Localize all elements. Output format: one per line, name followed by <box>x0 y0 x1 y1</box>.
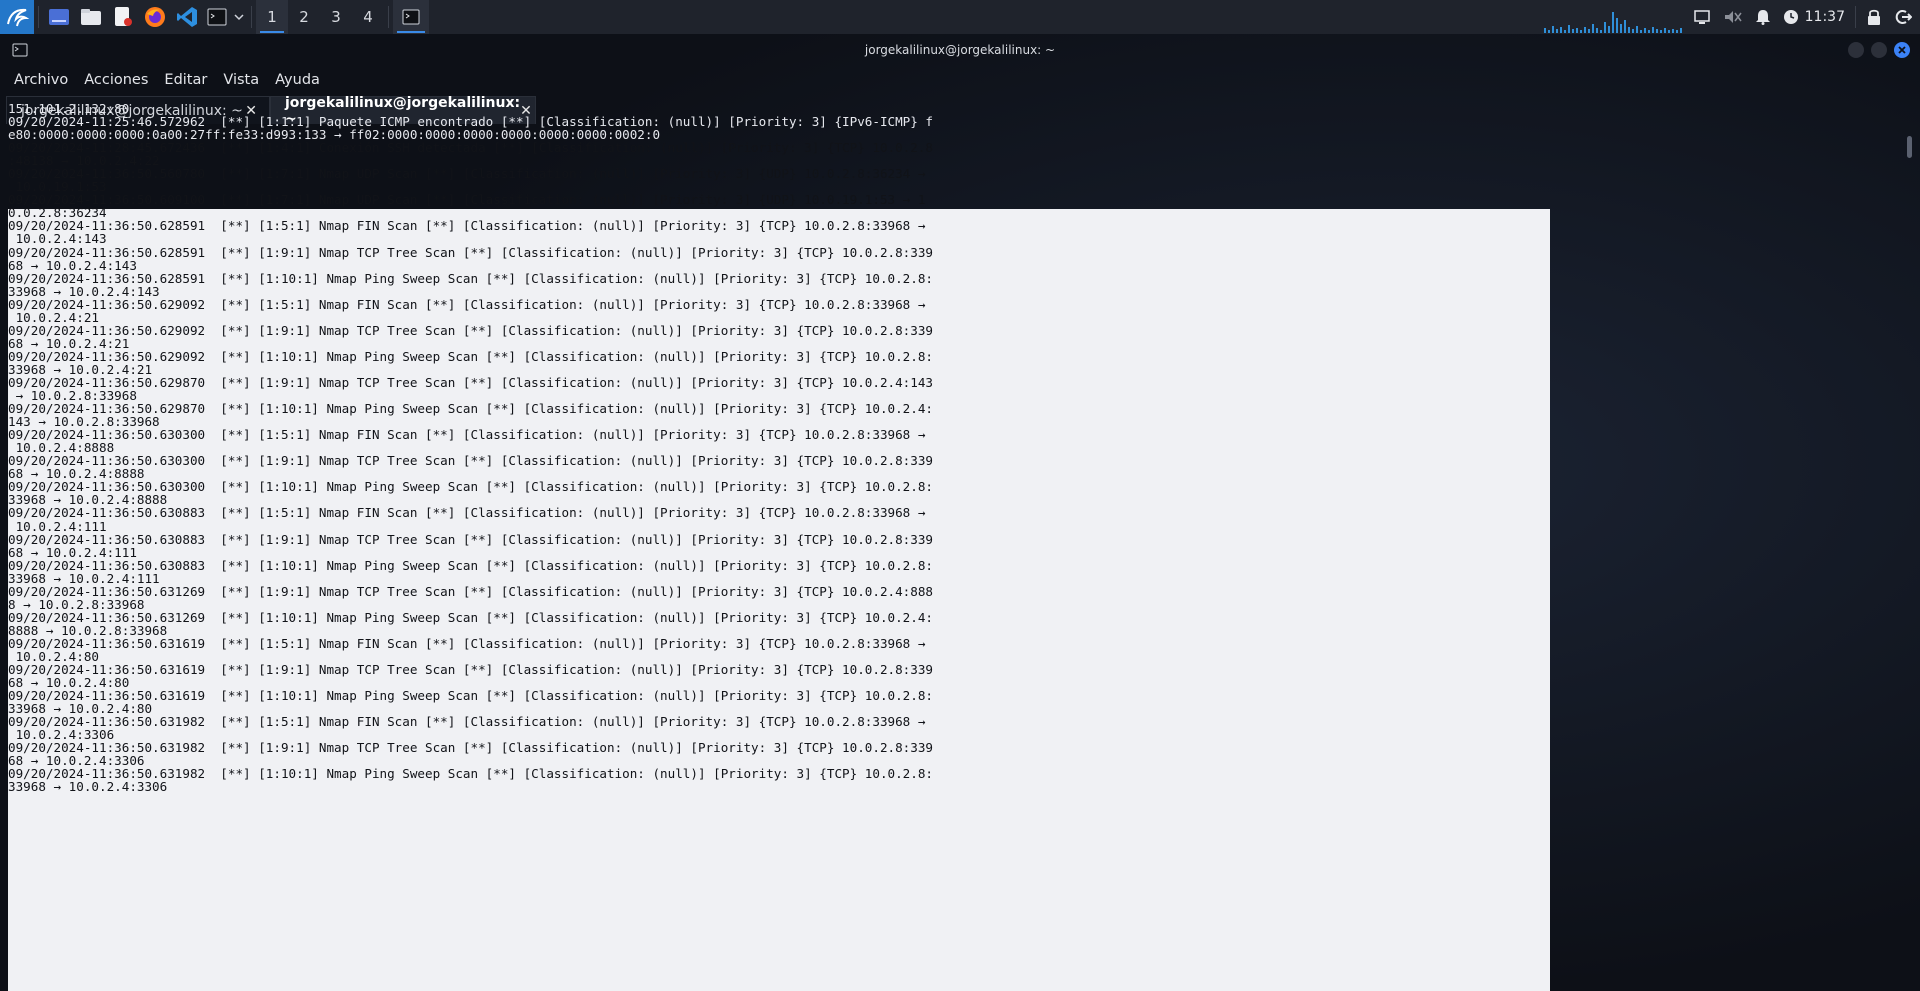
window-title: jorgekalilinux@jorgekalilinux: ~ <box>864 43 1056 57</box>
terminal-line: 09/20/2024-11:36:50.628591 [**] [1:9:1] … <box>8 244 934 260</box>
terminal-line: 09/20/2024-11:36:50.629870 [**] [1:9:1] … <box>8 374 934 390</box>
lock-icon[interactable] <box>1860 0 1888 34</box>
workspace-label: 1 <box>267 8 277 26</box>
workspace-3[interactable]: 3 <box>320 0 352 34</box>
menu-vista[interactable]: Vista <box>215 72 267 88</box>
terminal-output[interactable]: 151.101.2.132:80 09/20/2024-11:25:46.5729… <box>8 102 1550 977</box>
clock[interactable]: 11:37 <box>1777 0 1851 34</box>
terminal-window: jorgekalilinux@jorgekalilinux: ~ Archivo… <box>0 34 1920 991</box>
terminal-line: 09/20/2024-11:36:50.631619 [**] [1:10:1]… <box>8 688 934 704</box>
volume-muted-icon[interactable] <box>1717 0 1749 34</box>
vscode-icon[interactable] <box>171 0 203 34</box>
panel-separator <box>38 6 39 28</box>
terminal-line: 09/20/2024-11:36:50.630300 [**] [1:10:1]… <box>8 479 934 495</box>
close-icon <box>1898 46 1906 54</box>
panel-separator <box>251 6 252 28</box>
terminal-line: 09/20/2024-11:36:50.628591 [**] [1:5:1] … <box>8 218 926 234</box>
system-tray: 11:37 <box>1542 0 1920 34</box>
terminal-line: 09/20/2024-11:36:50.630883 [**] [1:10:1]… <box>8 557 934 573</box>
terminal-line: 8888 → 10.0.2.8:33968 <box>8 622 168 638</box>
terminal-icon <box>402 9 420 25</box>
text-editor-icon[interactable] <box>107 0 139 34</box>
minimize-button[interactable] <box>1848 42 1864 58</box>
notification-bell-icon[interactable] <box>1749 0 1777 34</box>
terminal-line: 09/20/2024-11:36:50.630883 [**] [1:9:1] … <box>8 531 934 547</box>
terminal-line: 09/20/2024-11:36:50.630300 [**] [1:9:1] … <box>8 453 934 469</box>
scrollbar-thumb[interactable] <box>1907 136 1912 158</box>
terminal-line: 8 → 10.0.2.8:33968 <box>8 596 145 612</box>
terminal-line: 09/20/2024-11:36:50.631982 [**] [1:5:1] … <box>8 714 926 730</box>
menu-bar: Archivo Acciones Editar Vista Ayuda <box>0 66 328 94</box>
terminal-line: 09/20/2024-11:28:45.672436 [**] [1:4:1] … <box>8 140 934 156</box>
menu-ayuda[interactable]: Ayuda <box>267 72 328 88</box>
cpu-graph-icon[interactable] <box>1542 0 1687 34</box>
terminal-icon[interactable] <box>203 0 231 34</box>
menu-editar[interactable]: Editar <box>156 72 215 88</box>
workspace-label: 4 <box>363 8 373 26</box>
terminal-line: 09/20/2024-11:36:50.631982 [**] [1:9:1] … <box>8 740 934 756</box>
clock-time: 11:37 <box>1804 9 1845 25</box>
terminal-line: 68 → 10.0.2.4:111 <box>8 544 137 560</box>
terminal-line: 10.0.2.4:111 <box>8 518 107 534</box>
terminal-line: 33968 → 10.0.2.4:111 <box>8 570 160 586</box>
scrollbar[interactable] <box>1906 134 1912 975</box>
terminal-line: 09/20/2024-11:36:50.629870 [**] [1:10:1]… <box>8 401 934 417</box>
taskbar-terminal-window[interactable] <box>393 0 429 34</box>
firefox-icon[interactable] <box>139 0 171 34</box>
menu-archivo[interactable]: Archivo <box>6 72 76 88</box>
terminal-line: 33968 → 10.0.2.4:143 <box>8 283 160 299</box>
terminal-line: 09/20/2024-11:36:50.628591 [**] [1:10:1]… <box>8 270 934 286</box>
terminal-line: 09/20/2024-11:36:50.629092 [**] [1:10:1]… <box>8 348 934 364</box>
terminal-line: 09/20/2024-11:36:50.631982 [**] [1:10:1]… <box>8 766 934 782</box>
workspace-4[interactable]: 4 <box>352 0 384 34</box>
workspace-label: 2 <box>299 8 309 26</box>
terminal-line: 09/20/2024-11:36:50.630883 [**] [1:5:1] … <box>8 505 926 521</box>
close-button[interactable] <box>1894 42 1910 58</box>
terminal-line: 09/20/2024-11:36:50.631269 [**] [1:9:1] … <box>8 583 934 599</box>
terminal-line: 68 → 10.0.2.4:21 <box>8 335 130 351</box>
terminal-line: 09/20/2024-11:36:50.630300 [**] [1:5:1] … <box>8 427 926 443</box>
clock-icon <box>1783 10 1798 24</box>
maximize-button[interactable] <box>1871 42 1887 58</box>
window-titlebar[interactable]: jorgekalilinux@jorgekalilinux: ~ <box>0 34 1920 66</box>
kali-menu-icon[interactable] <box>0 0 34 34</box>
terminal-line: 09/20/2024-11:36:50.629092 [**] [1:9:1] … <box>8 322 934 338</box>
show-desktop-icon[interactable] <box>43 0 75 34</box>
panel-separator <box>1855 6 1856 28</box>
terminal-line: 10.0.2.4:143 <box>8 231 107 247</box>
terminal-line: 10.0.2.4:21 <box>8 309 99 325</box>
workspace-label: 3 <box>331 8 341 26</box>
window-menu-icon[interactable] <box>12 42 28 61</box>
logout-icon[interactable] <box>1888 0 1920 34</box>
terminal-line: 09/20/2024-11:36:50.609100 [**] [1:7:1] … <box>8 192 926 208</box>
display-icon[interactable] <box>1687 0 1717 34</box>
terminal-lines: 151.101.2.132:80 09/20/2024-11:25:46.5729… <box>8 102 1550 793</box>
top-panel: 1 2 3 4 11:37 <box>0 0 1920 34</box>
terminal-line: 09/20/2024-11:36:50.631619 [**] [1:9:1] … <box>8 662 934 678</box>
terminal-line: 09/20/2024-11:36:50.560780 [**] [1:7:1] … <box>8 166 926 182</box>
workspace-1[interactable]: 1 <box>256 0 288 34</box>
menu-acciones[interactable]: Acciones <box>76 72 156 88</box>
terminal-line: 09/20/2024-11:36:50.631619 [**] [1:5:1] … <box>8 635 926 651</box>
terminal-line: 09/20/2024-11:36:50.631269 [**] [1:10:1]… <box>8 609 934 625</box>
terminal-line: 33968 → 10.0.2.4:3306 <box>8 779 168 795</box>
terminal-line: 68 → 10.0.2.4:143 <box>8 257 137 273</box>
file-manager-icon[interactable] <box>75 0 107 34</box>
panel-separator <box>388 6 389 28</box>
terminal-line: 09/20/2024-11:36:50.629092 [**] [1:5:1] … <box>8 296 926 312</box>
chevron-down-icon[interactable] <box>231 0 247 34</box>
workspace-2[interactable]: 2 <box>288 0 320 34</box>
